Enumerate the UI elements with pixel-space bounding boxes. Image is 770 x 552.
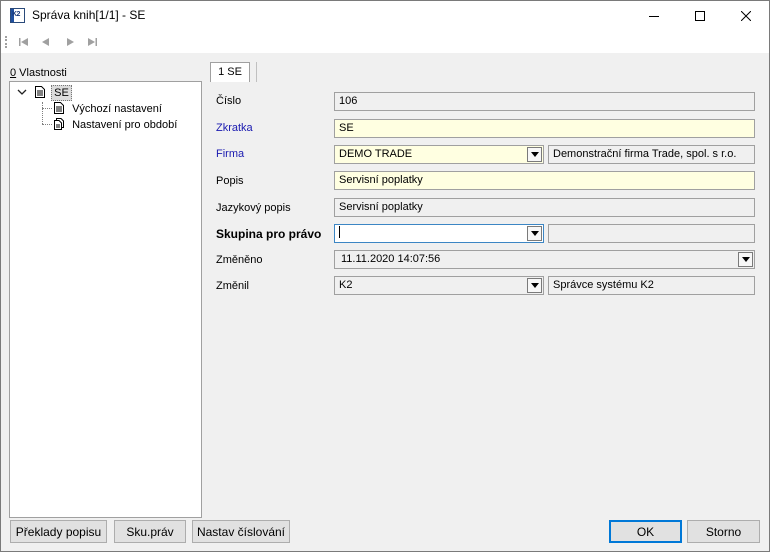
cislo-label: Číslo	[216, 95, 242, 107]
tree-header: 0 Vlastnosti	[10, 67, 67, 79]
nastav-cislovani-button[interactable]: Nastav číslování	[192, 520, 290, 543]
tree-node-se-label: SE	[51, 85, 72, 101]
record-toolbar	[1, 31, 769, 53]
minimize-icon	[649, 16, 659, 17]
jazykovy-popis-label: Jazykový popis	[216, 202, 291, 214]
prev-record-icon	[42, 38, 49, 46]
chevron-down-icon	[530, 283, 539, 288]
last-record-icon	[88, 38, 97, 46]
maximize-button[interactable]	[677, 1, 723, 31]
toolbar-grip[interactable]	[5, 36, 9, 48]
window-title: Správa knih[1/1] - SE	[32, 8, 146, 22]
next-record-icon	[67, 38, 74, 46]
title-bar: K2 Správa knih[1/1] - SE	[1, 1, 769, 31]
main-window: K2 Správa knih[1/1] - SE 0 Vlastnosti SE…	[0, 0, 770, 552]
firma-dropdown-button[interactable]	[527, 147, 542, 162]
zmeneno-combo[interactable]: 11.11.2020 14:07:56	[334, 250, 755, 269]
next-record-button[interactable]	[63, 36, 77, 48]
jazykovy-popis-field[interactable]: Servisní poplatky	[334, 198, 755, 217]
k2-app-icon: K2	[10, 8, 25, 23]
skupina-label: Skupina pro právo	[216, 227, 322, 241]
maximize-icon	[695, 11, 705, 21]
minimize-button[interactable]	[631, 1, 677, 31]
zmenil-value: K2	[339, 279, 353, 291]
tree-node-vychozi-label: Výchozí nastavení	[72, 103, 162, 115]
documents-icon	[54, 118, 64, 130]
zmenil-description: Správce systému K2	[548, 276, 755, 295]
close-button[interactable]	[723, 1, 769, 31]
prev-record-button[interactable]	[39, 36, 53, 48]
zmeneno-dropdown-button[interactable]	[738, 252, 753, 267]
chevron-down-icon	[530, 152, 539, 157]
zkratka-label: Zkratka	[216, 122, 253, 134]
zkratka-field[interactable]: SE	[334, 119, 755, 138]
tree-header-text: Vlastnosti	[16, 67, 67, 79]
firma-combo[interactable]: DEMO TRADE	[334, 145, 544, 164]
document-icon	[35, 86, 46, 98]
first-record-button[interactable]	[17, 36, 31, 48]
preklady-popisu-button[interactable]: Překlady popisu	[10, 520, 107, 543]
skupina-description	[548, 224, 755, 243]
popis-field[interactable]: Servisní poplatky	[334, 171, 755, 190]
ok-button[interactable]: OK	[609, 520, 682, 543]
firma-label: Firma	[216, 148, 245, 160]
zmenil-label: Změnil	[216, 280, 250, 292]
cislo-field[interactable]: 106	[334, 92, 755, 111]
popis-label: Popis	[216, 175, 244, 187]
properties-tree[interactable]: SE Výchozí nastavení Nastavení pro obdob…	[9, 81, 202, 518]
chevron-down-icon	[741, 257, 750, 262]
zmenil-dropdown-button[interactable]	[527, 278, 542, 293]
zmeneno-value: 11.11.2020 14:07:56	[341, 253, 441, 265]
last-record-button[interactable]	[85, 36, 99, 48]
firma-value: DEMO TRADE	[339, 148, 413, 160]
skupina-dropdown-button[interactable]	[527, 226, 542, 241]
sku-prav-button[interactable]: Sku.práv	[114, 520, 186, 543]
storno-button[interactable]: Storno	[687, 520, 760, 543]
tab-divider	[256, 62, 257, 82]
tree-node-obdobi[interactable]: Nastavení pro období	[54, 118, 179, 131]
firma-description: Demonstrační firma Trade, spol. s r.o.	[548, 145, 755, 164]
tree-node-se[interactable]: SE	[17, 85, 72, 101]
zmeneno-label: Změněno	[216, 254, 263, 266]
document-icon	[54, 102, 64, 114]
tab-1-se[interactable]: 1 SE	[210, 62, 250, 82]
chevron-down-icon[interactable]	[17, 87, 27, 97]
skupina-combo[interactable]	[334, 224, 544, 243]
tree-node-vychozi[interactable]: Výchozí nastavení	[54, 102, 164, 115]
chevron-down-icon	[530, 231, 539, 236]
zmenil-combo[interactable]: K2	[334, 276, 544, 295]
tree-node-obdobi-label: Nastavení pro období	[72, 119, 178, 131]
text-caret	[339, 226, 340, 238]
close-icon	[741, 11, 751, 21]
first-record-icon	[19, 38, 28, 46]
